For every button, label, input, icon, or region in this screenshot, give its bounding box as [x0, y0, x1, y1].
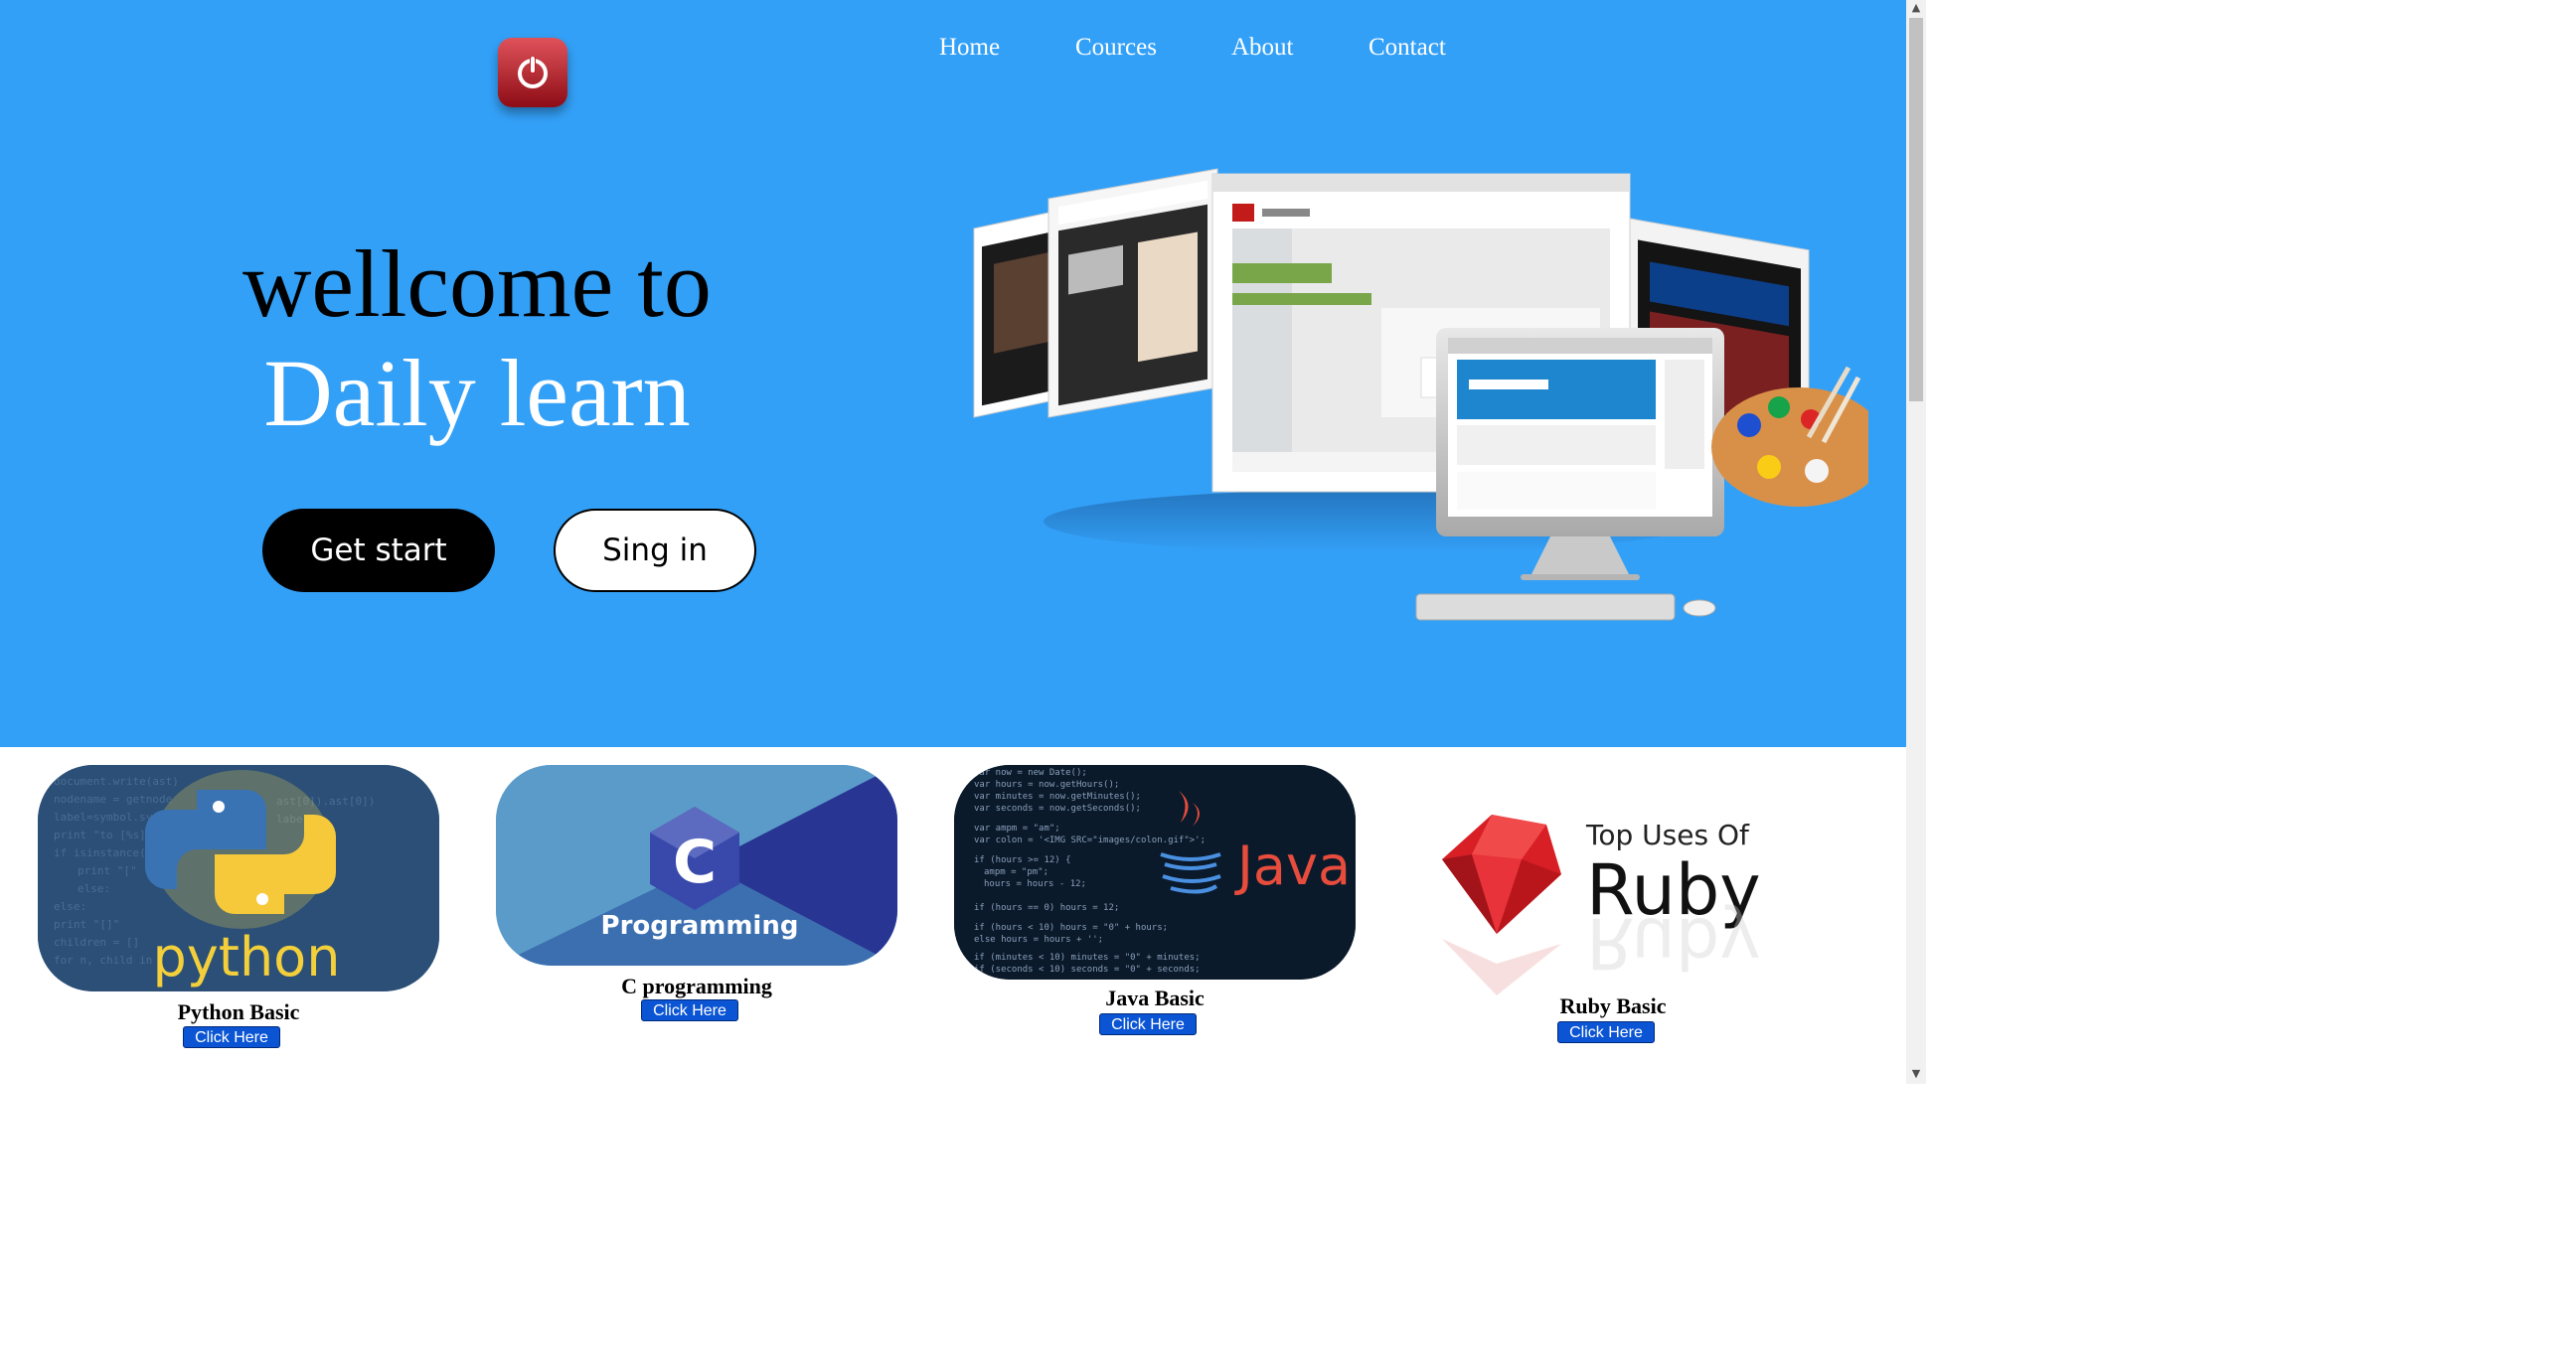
click-here-button[interactable]: Click Here [1557, 1021, 1655, 1043]
svg-text:else:: else: [54, 900, 86, 913]
power-logo-icon[interactable] [498, 38, 567, 107]
java-course-image[interactable]: var now = new Date(); var hours = now.ge… [954, 765, 1356, 980]
web-design-illustration [973, 168, 1868, 621]
page: Home Cources About Contact wellcome to D… [0, 0, 2576, 1369]
svg-text:if (seconds < 10) seconds = "0: if (seconds < 10) seconds = "0" + second… [974, 965, 1201, 975]
click-here-button[interactable]: Click Here [641, 999, 738, 1021]
python-course-image[interactable]: document.write(ast) nodename = getnode l… [38, 765, 439, 991]
svg-text:ampm = "pm";: ampm = "pm"; [984, 867, 1048, 877]
c-course-image[interactable]: C Programming [496, 765, 897, 966]
nav-courses-link[interactable]: Cources [1075, 34, 1157, 62]
click-here-button[interactable]: Click Here [1099, 1013, 1197, 1035]
svg-text:hours = hours - 12;: hours = hours - 12; [984, 879, 1086, 889]
svg-text:print "[": print "[" [78, 864, 137, 877]
course-title: Python Basic [177, 999, 300, 1024]
scroll-up-icon[interactable]: ▲ [1910, 2, 1922, 14]
svg-text:var hours = now.getHours();: var hours = now.getHours(); [974, 780, 1119, 790]
svg-text:Top Uses Of: Top Uses Of [1585, 819, 1750, 851]
svg-text:Programming: Programming [601, 911, 799, 941]
course-title: Ruby Basic [1559, 993, 1667, 1018]
scrollbar-thumb[interactable] [1909, 18, 1923, 401]
nav-home-link[interactable]: Home [939, 34, 1000, 62]
svg-text:var ampm = "am";: var ampm = "am"; [974, 824, 1060, 834]
svg-text:if (minutes < 10) minutes = "0: if (minutes < 10) minutes = "0" + minute… [974, 953, 1201, 963]
svg-text:python: python [153, 926, 341, 989]
course-title: Java Basic [1105, 986, 1205, 1010]
svg-text:Ruby: Ruby [1586, 902, 1761, 984]
sign-in-button[interactable]: Sing in [554, 509, 756, 592]
svg-text:if (hours >= 12) {: if (hours >= 12) { [974, 855, 1071, 865]
svg-text:if (hours < 10) hours = "0" +: if (hours < 10) hours = "0" + hours; [974, 923, 1168, 933]
svg-text:print "to [%s]": print "to [%s]" [54, 829, 152, 841]
svg-text:document.write(ast): document.write(ast) [54, 775, 179, 788]
svg-text:else:: else: [78, 882, 110, 895]
java-logo-icon: var now = new Date(); var hours = now.ge… [954, 765, 1356, 980]
svg-text:else hours = hours + '';: else hours = hours + ''; [974, 935, 1103, 945]
get-start-button[interactable]: Get start [262, 509, 495, 592]
hero-headline-line1: wellcome to [242, 230, 712, 337]
nav-about-link[interactable]: About [1231, 34, 1294, 62]
svg-text:var minutes = now.getMinutes(): var minutes = now.getMinutes(); [974, 792, 1141, 802]
hero-headline-line2: Daily learn [263, 340, 691, 446]
course-title: C programming [621, 974, 772, 998]
svg-text:print "[]": print "[]" [54, 918, 119, 931]
svg-text:var now = new Date();: var now = new Date(); [974, 768, 1087, 778]
c-logo-icon: C Programming [496, 765, 897, 966]
browser-viewport: Home Cources About Contact wellcome to D… [0, 0, 1926, 1084]
click-here-button[interactable]: Click Here [183, 1026, 280, 1048]
svg-text:for n, child in: for n, child in [54, 954, 152, 967]
svg-text:var seconds = now.getSeconds(): var seconds = now.getSeconds(); [974, 804, 1141, 814]
svg-text:if (hours == 0) hours = 12;: if (hours == 0) hours = 12; [974, 903, 1119, 913]
svg-text:nodename = getnode: nodename = getnode [54, 793, 172, 806]
ruby-course-image[interactable]: Top Uses Of Ruby Ruby [1412, 765, 1814, 995]
scroll-down-icon[interactable]: ▼ [1910, 1068, 1922, 1080]
hero-section: Home Cources About Contact wellcome to D… [0, 0, 1906, 747]
svg-text:children = []: children = [] [54, 936, 139, 949]
vertical-scrollbar[interactable]: ▲ ▼ [1906, 0, 1926, 1084]
python-logo-icon: document.write(ast) nodename = getnode l… [38, 765, 439, 991]
nav-contact-link[interactable]: Contact [1368, 34, 1446, 62]
svg-text:var colon = '<IMG SRC="images/: var colon = '<IMG SRC="images/colon.gif"… [974, 836, 1206, 845]
ruby-gem-icon: Top Uses Of Ruby Ruby [1412, 765, 1814, 995]
svg-text:label=symbol.sym: label=symbol.sym [54, 811, 159, 824]
svg-text:Java: Java [1234, 835, 1351, 897]
svg-text:C: C [673, 828, 717, 897]
